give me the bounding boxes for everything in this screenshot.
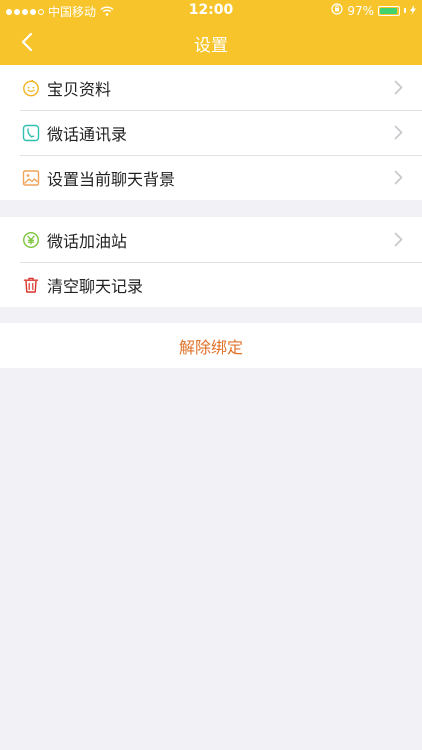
image-icon bbox=[22, 169, 40, 187]
yuan-coin-icon bbox=[22, 231, 40, 249]
recharge-station-row[interactable]: 微话加油站 bbox=[0, 217, 422, 262]
status-right: 97% bbox=[331, 3, 416, 18]
trash-icon bbox=[22, 276, 40, 294]
baby-face-icon bbox=[22, 79, 40, 97]
settings-group-1: 宝贝资料 微话通讯录 设置当前聊天背景 bbox=[0, 65, 422, 200]
unbind-group: 解除绑定 bbox=[0, 323, 422, 368]
chat-background-row[interactable]: 设置当前聊天背景 bbox=[0, 155, 422, 200]
page-title: 设置 bbox=[194, 36, 228, 56]
battery-percent: 97% bbox=[347, 3, 374, 18]
phone-icon bbox=[22, 124, 40, 142]
chevron-right-icon bbox=[392, 125, 404, 141]
baby-profile-row[interactable]: 宝贝资料 bbox=[0, 65, 422, 110]
clear-chat-row[interactable]: 清空聊天记录 bbox=[0, 262, 422, 307]
chevron-right-icon bbox=[392, 80, 404, 96]
recharge-station-label: 微话加油站 bbox=[47, 231, 128, 251]
chevron-right-icon bbox=[392, 170, 404, 186]
baby-profile-label: 宝贝资料 bbox=[47, 79, 112, 99]
charging-bolt-icon bbox=[410, 4, 416, 18]
battery-tip bbox=[404, 8, 406, 13]
contacts-row[interactable]: 微话通讯录 bbox=[0, 110, 422, 155]
battery-icon bbox=[378, 5, 400, 16]
contacts-label: 微话通讯录 bbox=[47, 124, 128, 144]
clear-chat-label: 清空聊天记录 bbox=[47, 276, 144, 296]
unbind-button[interactable]: 解除绑定 bbox=[0, 323, 422, 368]
settings-group-2: 微话加油站 清空聊天记录 bbox=[0, 217, 422, 307]
status-bar: 中国移动 12:00 97% bbox=[0, 0, 422, 22]
orientation-lock-icon bbox=[331, 3, 343, 18]
chevron-right-icon bbox=[392, 232, 404, 248]
header: 中国移动 12:00 97% 设置 bbox=[0, 0, 422, 65]
nav-bar: 设置 bbox=[0, 22, 422, 65]
battery-fill bbox=[380, 7, 398, 14]
unbind-label: 解除绑定 bbox=[178, 337, 243, 357]
chat-background-label: 设置当前聊天背景 bbox=[47, 169, 176, 189]
